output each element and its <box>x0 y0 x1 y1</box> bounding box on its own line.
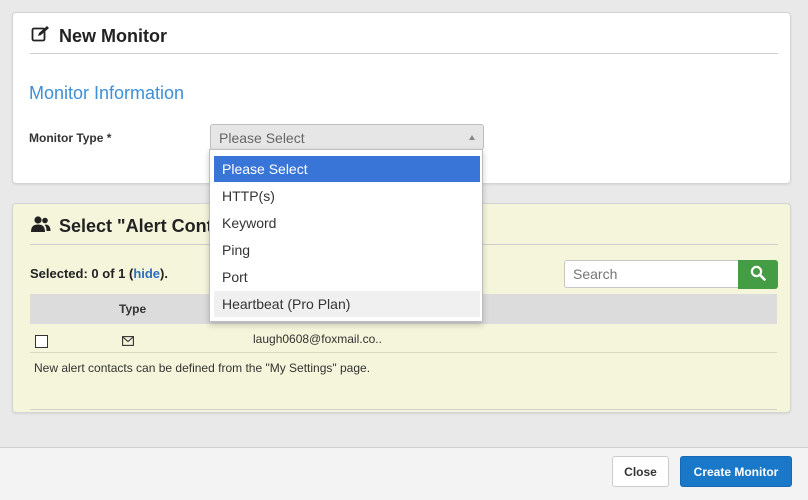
header-divider <box>30 53 778 54</box>
option-ping[interactable]: Ping <box>214 237 480 263</box>
bottom-divider <box>30 409 777 410</box>
section-title: Monitor Information <box>29 83 185 103</box>
option-heartbeat[interactable]: Heartbeat (Pro Plan) <box>214 291 480 317</box>
monitor-type-select[interactable]: Please Select <box>210 124 484 150</box>
table-row: laugh0608@foxmail.co.. <box>30 324 777 353</box>
search-group <box>564 259 778 289</box>
option-https[interactable]: HTTP(s) <box>214 183 480 209</box>
envelope-icon <box>122 333 134 351</box>
edit-icon <box>31 25 51 48</box>
search-input[interactable] <box>564 260 738 288</box>
page-title: New Monitor <box>59 26 167 46</box>
users-icon <box>31 215 51 238</box>
selected-count-prefix: Selected: 0 of 1 ( <box>30 266 134 281</box>
monitor-type-label: Monitor Type * <box>29 131 112 145</box>
monitor-type-selected-value: Please Select <box>219 130 305 146</box>
create-monitor-button[interactable]: Create Monitor <box>680 456 792 487</box>
alert-contacts-title: Select "Alert Conta <box>59 216 223 236</box>
alert-contacts-header: Select "Alert Conta <box>31 215 223 238</box>
option-port[interactable]: Port <box>214 264 480 290</box>
modal-footer: Close Create Monitor <box>0 447 808 500</box>
close-button[interactable]: Close <box>612 456 669 487</box>
monitor-type-dropdown: Please Select HTTP(s) Keyword Ping Port … <box>209 149 483 322</box>
search-button[interactable] <box>738 259 778 289</box>
contact-email: laugh0608@foxmail.co.. <box>253 332 382 346</box>
option-keyword[interactable]: Keyword <box>214 210 480 236</box>
chevron-up-icon <box>469 135 475 140</box>
column-header-type: Type <box>119 302 147 316</box>
contact-checkbox[interactable] <box>35 335 48 348</box>
selected-count-suffix: ). <box>160 266 168 281</box>
new-monitor-header: New Monitor <box>31 25 167 48</box>
alert-contacts-note: New alert contacts can be defined from t… <box>34 361 371 375</box>
selected-count: Selected: 0 of 1 (hide). <box>30 266 168 281</box>
search-icon <box>750 265 766 284</box>
option-please-select[interactable]: Please Select <box>214 156 480 182</box>
hide-link[interactable]: hide <box>133 266 160 281</box>
